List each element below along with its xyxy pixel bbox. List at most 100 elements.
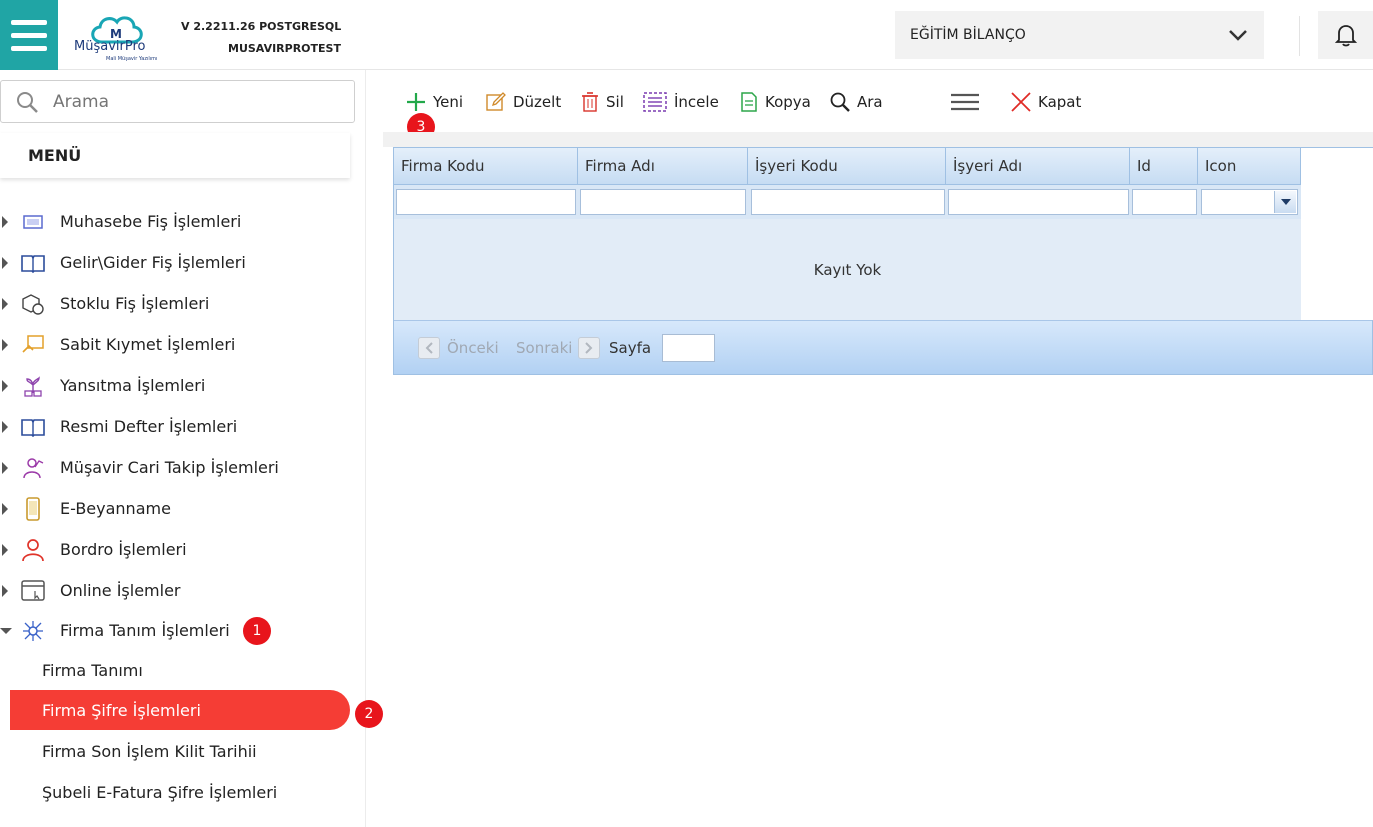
sidebar-item-label: E-Beyanname — [60, 499, 171, 518]
company-select-value: EĞİTİM BİLANÇO — [910, 27, 1026, 43]
search-button[interactable]: Ara — [829, 90, 883, 114]
sidebar-item-e-beyanname[interactable]: E-Beyanname — [0, 488, 360, 529]
sidebar-item-label: Online İşlemler — [60, 581, 181, 600]
menu-lines-icon — [951, 93, 979, 111]
sidebar-item-muhasebe[interactable]: Muhasebe Fiş İşlemleri — [0, 201, 360, 242]
receipt-icon — [23, 215, 43, 229]
inspect-button[interactable]: İncele — [642, 90, 719, 114]
browser-icon — [21, 580, 45, 601]
caret-right-icon — [2, 339, 8, 351]
inspect-button-label: İncele — [674, 93, 719, 111]
caret-right-icon — [2, 544, 8, 556]
caret-right-icon — [2, 257, 8, 269]
column-header-firma-kodu[interactable]: Firma Kodu — [394, 148, 578, 185]
magnifier-icon — [830, 92, 850, 112]
sidebar-item-label: Muhasebe Fiş İşlemleri — [60, 212, 242, 231]
header-divider — [1299, 16, 1300, 56]
version-label: V 2.2211.26 POSTGRESQL — [181, 20, 342, 33]
sidebar-item-stoklu[interactable]: Stoklu Fiş İşlemleri — [0, 283, 360, 324]
filter-icon-select[interactable] — [1201, 189, 1298, 215]
caret-down-icon — [0, 628, 12, 634]
next-page-button[interactable]: Sonraki — [516, 337, 601, 359]
bell-icon — [1334, 25, 1357, 47]
grid-header: Firma Kodu Firma Adı İşyeri Kodu İşyeri … — [394, 148, 1301, 185]
ledger-icon — [21, 419, 45, 438]
sidebar-search — [0, 80, 355, 123]
filter-isyeri-adi[interactable] — [948, 189, 1129, 215]
caret-right-icon — [2, 216, 8, 228]
sidebar-item-gelir-gider[interactable]: Gelir\Gider Fiş İşlemleri — [0, 242, 360, 283]
sidebar-item-label: Bordro İşlemleri — [60, 540, 187, 559]
sidebar-item-label: Müşavir Cari Takip İşlemleri — [60, 458, 279, 477]
close-button[interactable]: Kapat — [1010, 90, 1081, 114]
sidebar-item-firma-tanim[interactable]: Firma Tanım İşlemleri — [0, 610, 360, 651]
search-button-label: Ara — [857, 93, 883, 111]
column-header-icon[interactable]: Icon — [1198, 148, 1301, 185]
new-button-label: Yeni — [433, 93, 464, 111]
new-button[interactable]: Yeni — [405, 90, 463, 114]
sidebar-item-online[interactable]: Online İşlemler — [0, 570, 360, 611]
empty-message: Kayıt Yok — [813, 261, 882, 279]
delete-button[interactable]: Sil — [580, 90, 624, 114]
company-select[interactable]: EĞİTİM BİLANÇO — [895, 11, 1264, 59]
delete-button-label: Sil — [606, 93, 624, 111]
more-menu-button[interactable] — [949, 90, 987, 114]
phone-icon — [26, 497, 40, 521]
trash-icon — [582, 92, 598, 112]
filter-isyeri-kodu[interactable] — [751, 189, 945, 215]
sidebar-item-musavir-cari[interactable]: Müşavir Cari Takip İşlemleri — [0, 447, 360, 488]
plant-icon — [24, 376, 42, 397]
caret-right-icon — [2, 380, 8, 392]
caret-right-icon — [2, 585, 8, 597]
step-badge-2: 2 — [355, 700, 383, 728]
notifications-button[interactable] — [1318, 11, 1373, 59]
column-header-isyeri-kodu[interactable]: İşyeri Kodu — [748, 148, 946, 185]
filter-firma-adi[interactable] — [580, 189, 746, 215]
asset-icon — [22, 335, 44, 353]
column-header-isyeri-adi[interactable]: İşyeri Adı — [946, 148, 1130, 185]
sidebar-item-label: Yansıtma İşlemleri — [60, 376, 206, 395]
caret-right-icon — [2, 421, 8, 433]
person-chart-icon — [23, 458, 44, 479]
copy-button[interactable]: Kopya — [739, 90, 811, 114]
sub-item-label: Firma Şifre İşlemleri — [42, 701, 201, 720]
toolbar: Yeni Düzelt Sil İncele Kopya Ara Kapat 3 — [383, 80, 1373, 141]
grid-empty-area — [1301, 148, 1373, 320]
user-icon — [22, 539, 44, 562]
sidebar-item-sabit-kiymet[interactable]: Sabit Kıymet İşlemleri — [0, 324, 360, 365]
sub-item-firma-sifre[interactable]: Firma Şifre İşlemleri — [10, 690, 350, 730]
grid-body: Kayıt Yok — [394, 219, 1301, 320]
prev-page-button[interactable]: Önceki — [418, 337, 499, 359]
data-grid: Firma Kodu Firma Adı İşyeri Kodu İşyeri … — [393, 147, 1373, 375]
next-page-label: Sonraki — [516, 339, 573, 357]
edit-icon — [486, 92, 506, 111]
column-header-firma-adi[interactable]: Firma Adı — [578, 148, 748, 185]
filter-id[interactable] — [1132, 189, 1197, 215]
search-input[interactable] — [51, 89, 341, 115]
menu-title: MENÜ — [0, 133, 350, 178]
sub-item-subeli-efatura[interactable]: Şubeli E-Fatura Şifre İşlemleri — [10, 772, 350, 812]
page-number-input[interactable] — [662, 334, 715, 362]
sub-item-firma-tanimi[interactable]: Firma Tanımı — [10, 650, 350, 690]
edit-button[interactable]: Düzelt — [485, 90, 561, 114]
column-header-id[interactable]: Id — [1130, 148, 1198, 185]
step-badge-1: 1 — [243, 617, 271, 645]
dropdown-arrow-icon[interactable] — [1274, 191, 1296, 213]
caret-right-icon — [2, 503, 8, 515]
sidebar-item-resmi-defter[interactable]: Resmi Defter İşlemleri — [0, 406, 360, 447]
sub-item-son-islem-kilit[interactable]: Firma Son İşlem Kilit Tarihii — [10, 731, 350, 771]
sidebar-item-bordro[interactable]: Bordro İşlemleri — [0, 529, 360, 570]
sidebar-item-label: Firma Tanım İşlemleri — [60, 621, 230, 640]
logo-text: MüşavirPro — [74, 39, 146, 54]
box-icon — [22, 294, 44, 315]
sidebar-item-yansitma[interactable]: Yansıtma İşlemleri — [0, 365, 360, 406]
chevron-down-icon — [1229, 30, 1247, 41]
chevron-right-icon — [578, 337, 601, 359]
hamburger-menu-button[interactable] — [0, 0, 58, 70]
sidebar-item-label: Sabit Kıymet İşlemleri — [60, 335, 236, 354]
prev-page-label: Önceki — [447, 339, 499, 357]
filter-firma-kodu[interactable] — [396, 189, 576, 215]
copy-button-label: Kopya — [765, 93, 811, 111]
plus-icon — [407, 93, 425, 111]
close-button-label: Kapat — [1038, 93, 1082, 111]
